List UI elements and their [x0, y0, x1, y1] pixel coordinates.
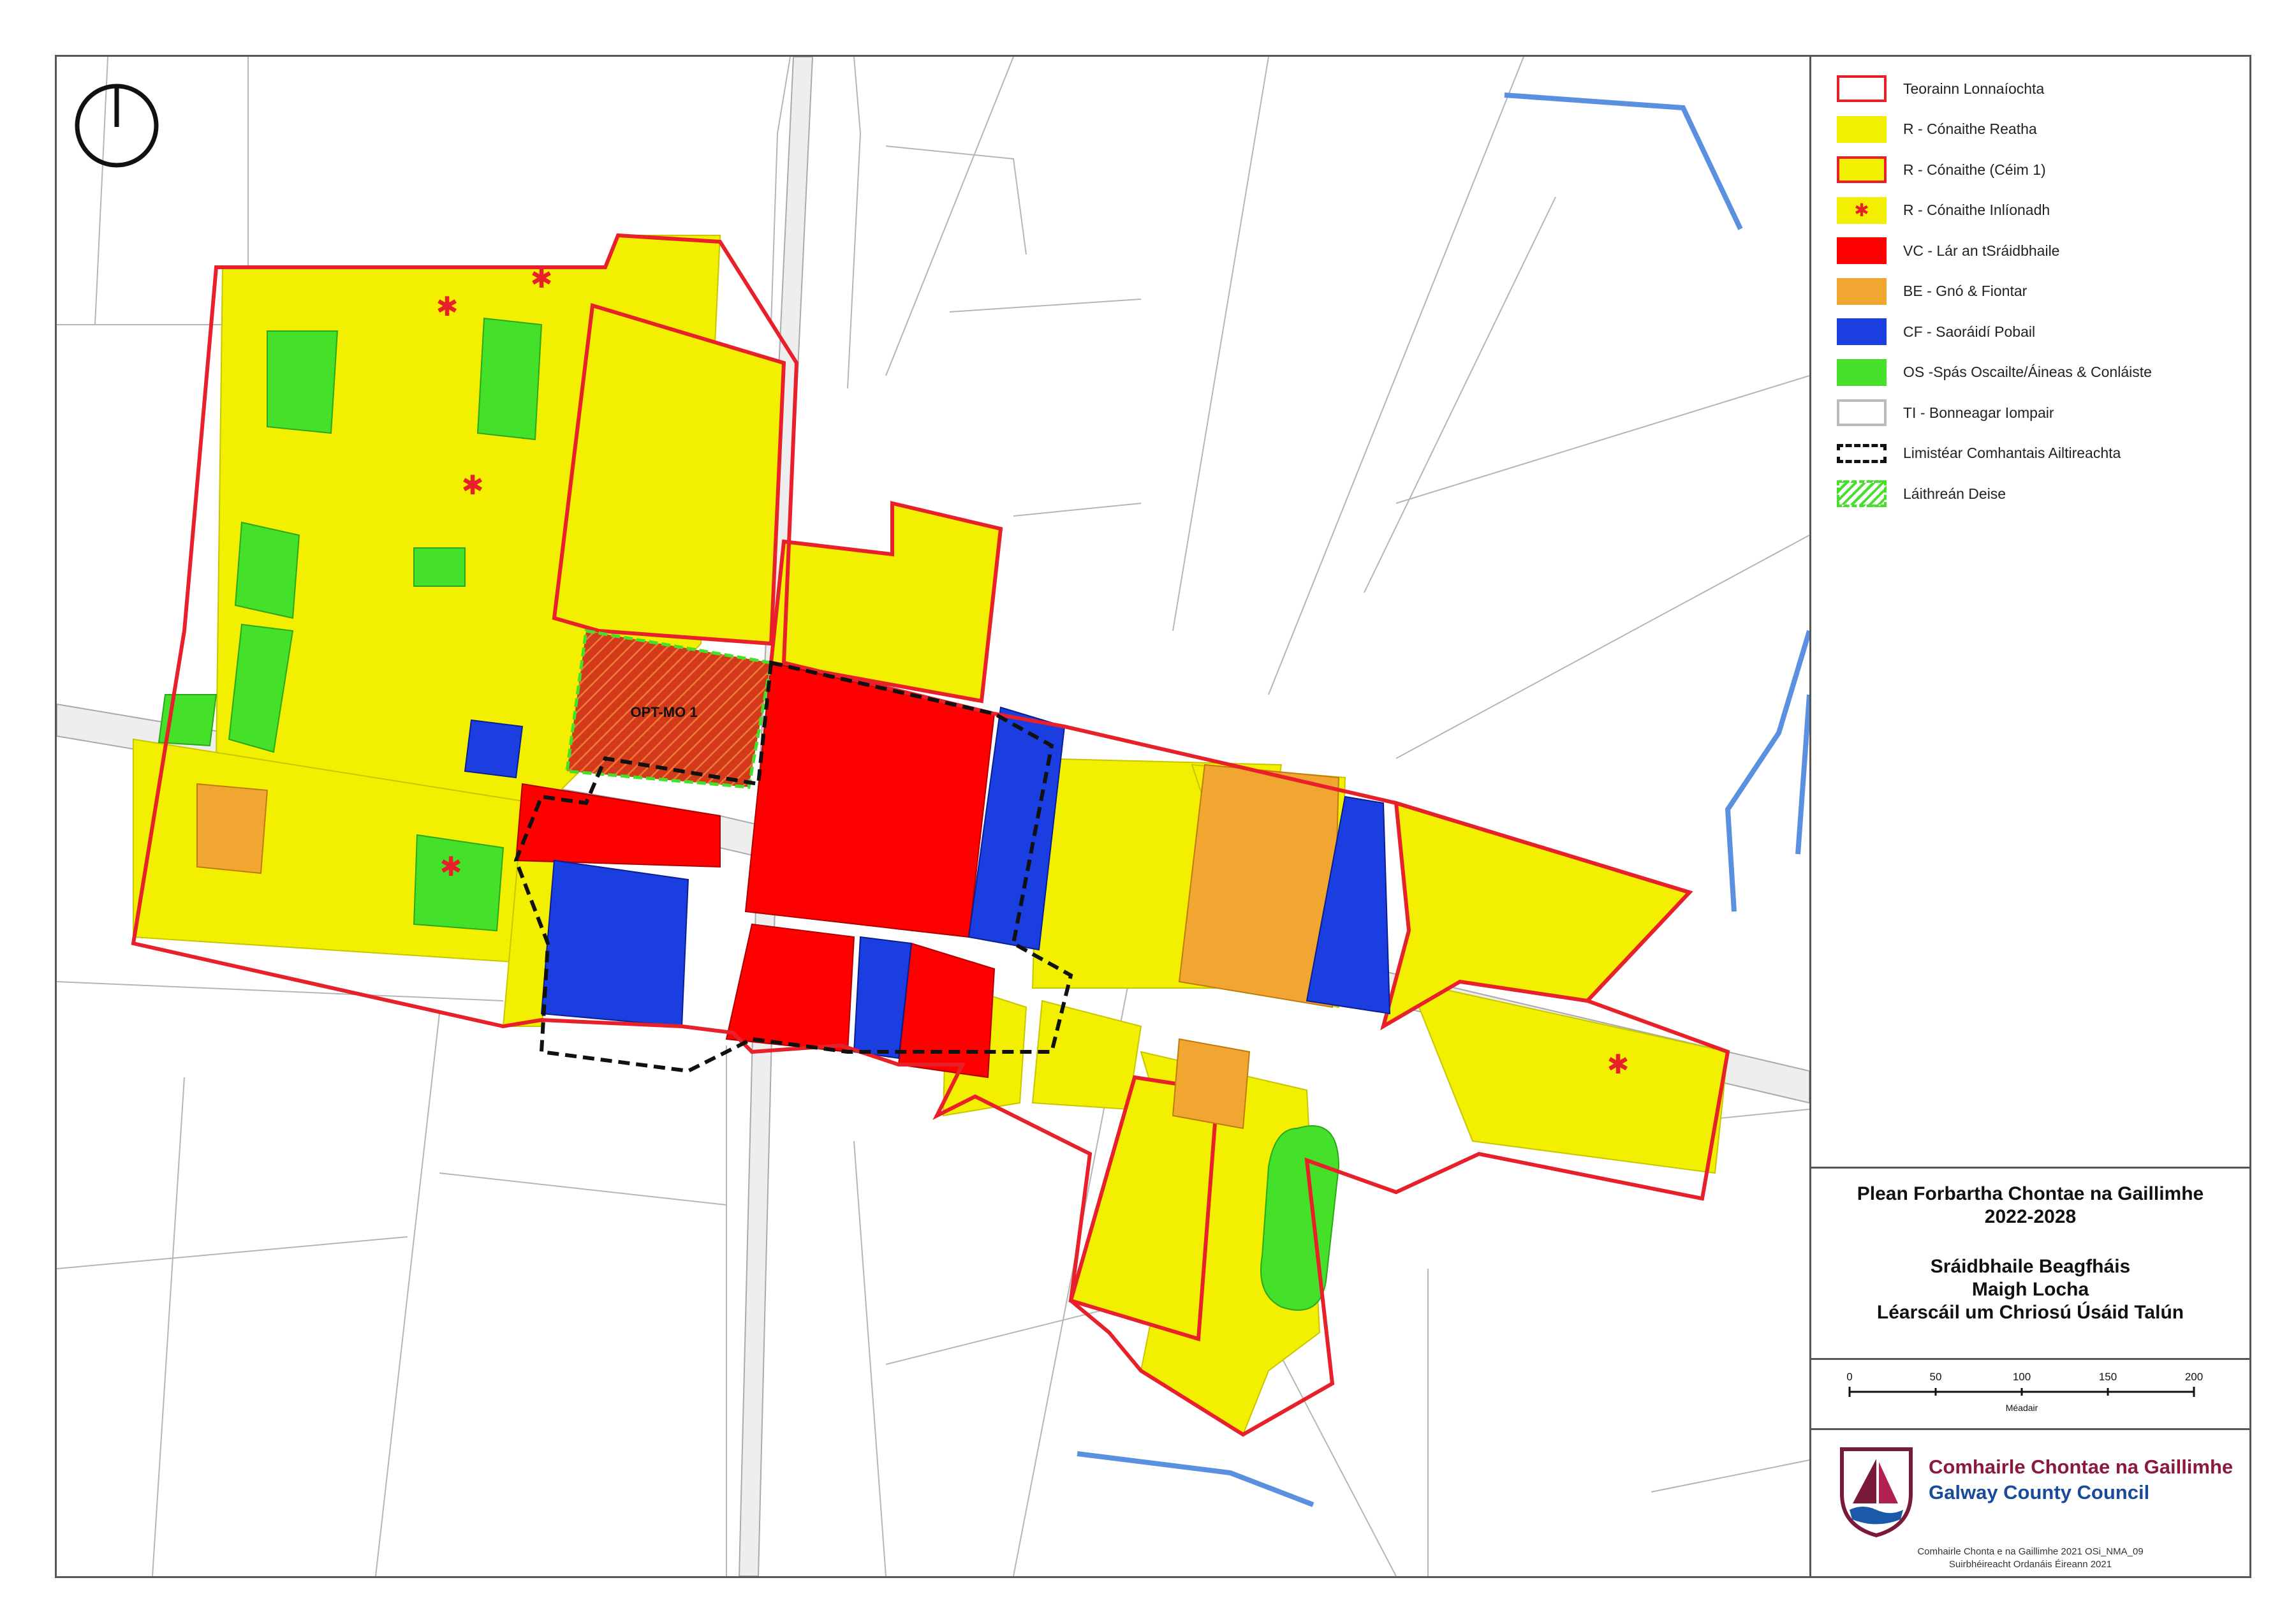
- zoning-map[interactable]: OPT-MO 1 ✱ ✱ ✱ ✱ ✱: [56, 56, 1812, 1577]
- legend-item: OS -Spás Oscailte/Áineas & Conláiste: [1837, 357, 2152, 388]
- legend-swatch: [1837, 75, 1887, 102]
- opportunity-site[interactable]: OPT-MO 1: [565, 629, 773, 789]
- council-block: Comhairle Chontae na Gaillimhe Galway Co…: [1811, 1428, 2249, 1576]
- council-crest-icon: [1840, 1447, 1913, 1538]
- legend-swatch: [1837, 443, 1887, 463]
- copyright-line-1: Comhairle Chonta e na Gaillimhe 2021 OSi…: [1917, 1546, 2144, 1557]
- legend-label: OS -Spás Oscailte/Áineas & Conláiste: [1903, 364, 2152, 380]
- plan-years: 2022-2028: [1984, 1206, 2077, 1227]
- legend-label: Limistéar Comhantais Ailtireachta: [1903, 445, 2121, 461]
- legend-item: TI - Bonneagar Iompair: [1837, 397, 2054, 429]
- legend-item: Láithreán Deise: [1837, 478, 2006, 510]
- scale-tick: 0: [1846, 1371, 1852, 1383]
- legend-label: CF - Saoráidí Pobail: [1903, 323, 2036, 340]
- infill-star-icon: ✱: [1854, 200, 1869, 221]
- legend-swatch: [1837, 156, 1887, 183]
- legend-item: CF - Saoráidí Pobail: [1837, 316, 2035, 348]
- legend-swatch: [1837, 115, 1887, 143]
- scale-bar: 0 50 100 150 200 Méadair: [1811, 1358, 2249, 1430]
- scale-tick: 150: [2099, 1371, 2117, 1383]
- map-type: Léarscáil um Chriosú Úsáid Talún: [1876, 1302, 2184, 1323]
- council-name-irish: Comhairle Chontae na Gaillimhe: [1929, 1456, 2233, 1478]
- council-name-english: Galway County Council: [1929, 1481, 2150, 1503]
- legend-label: BE - Gnó & Fiontar: [1903, 283, 2027, 299]
- opportunity-site-label: OPT-MO 1: [630, 704, 697, 720]
- legend-swatch: [1837, 358, 1887, 386]
- legend-label: Láithreán Deise: [1903, 485, 2006, 502]
- legend-item: BE - Gnó & Fiontar: [1837, 276, 2027, 307]
- legend-item: ✱ R - Cónaithe Inlíonadh: [1837, 195, 2050, 226]
- legend-swatch: [1837, 480, 1887, 507]
- legend-swatch: ✱: [1837, 196, 1887, 224]
- infill-star-icon: ✱: [439, 851, 462, 882]
- infill-star-icon: ✱: [1607, 1049, 1629, 1080]
- legend-item: R - Cónaithe (Céim 1): [1837, 154, 2046, 186]
- copyright-line-2: Suirbhéireacht Ordanáis Éireann 2021: [1948, 1559, 2112, 1570]
- scale-unit: Méadair: [2006, 1403, 2038, 1413]
- legend-label: R - Cónaithe Inlíonadh: [1903, 202, 2050, 218]
- village-class: Sráidbhaile Beagfháis: [1930, 1256, 2131, 1277]
- village-name: Maigh Locha: [1971, 1279, 2089, 1300]
- plan-title: Plean Forbartha Chontae na Gaillimhe: [1857, 1183, 2204, 1204]
- scale-tick: 50: [1930, 1371, 1942, 1383]
- infill-star-icon: ✱: [436, 291, 458, 322]
- north-arrow-icon: [75, 84, 159, 168]
- legend-label: VC - Lár an tSráidbhaile: [1903, 242, 2060, 259]
- legend-item: Teorainn Lonnaíochta: [1837, 73, 2044, 105]
- legend-swatch: [1837, 318, 1887, 345]
- legend-item: Limistéar Comhantais Ailtireachta: [1837, 438, 2121, 469]
- legend-swatch: [1837, 277, 1887, 305]
- legend-item: VC - Lár an tSráidbhaile: [1837, 235, 2059, 267]
- legend-label: Teorainn Lonnaíochta: [1903, 80, 2045, 97]
- legend-swatch: [1837, 399, 1887, 426]
- legend-panel: Teorainn Lonnaíochta R - Cónaithe Reatha R…: [1809, 57, 2249, 1576]
- legend-label: R - Cónaithe (Céim 1): [1903, 161, 2046, 178]
- legend-label: R - Cónaithe Reatha: [1903, 121, 2037, 137]
- infill-star-icon: ✱: [530, 263, 552, 294]
- legend-swatch: [1837, 237, 1887, 264]
- scale-tick: 200: [2185, 1371, 2203, 1383]
- scale-tick: 100: [2013, 1371, 2031, 1383]
- legend-item: R - Cónaithe Reatha: [1837, 114, 2037, 145]
- legend-label: TI - Bonneagar Iompair: [1903, 404, 2054, 421]
- infill-star-icon: ✱: [461, 469, 483, 501]
